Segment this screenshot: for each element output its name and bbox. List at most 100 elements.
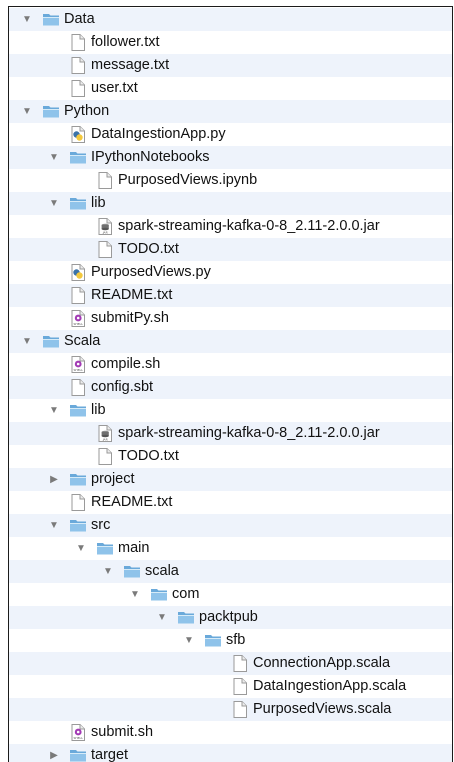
- item-name: lib: [91, 195, 106, 211]
- folder-row[interactable]: ▼ lib: [9, 192, 452, 215]
- item-name: PurposedViews.ipynb: [118, 172, 258, 188]
- folder-icon: [42, 103, 60, 120]
- jar-icon-label: JAR: [102, 230, 108, 234]
- document-icon: [69, 80, 87, 97]
- folder-row[interactable]: ▼ scala: [9, 560, 452, 583]
- disclosure-triangle-expanded-icon[interactable]: ▼: [47, 146, 61, 169]
- item-name: submit.sh: [91, 724, 154, 740]
- folder-icon: [150, 586, 168, 603]
- folder-row[interactable]: ▶ project: [9, 468, 452, 491]
- folder-icon: [69, 402, 87, 419]
- disclosure-triangle-expanded-icon[interactable]: ▼: [20, 8, 34, 31]
- file-row[interactable]: PurposedViews.ipynb: [9, 169, 452, 192]
- folder-row[interactable]: ▼ com: [9, 583, 452, 606]
- jar-file-icon: JAR: [96, 425, 114, 442]
- python-file-icon: [69, 264, 87, 281]
- folder-icon: [96, 540, 114, 557]
- item-name: follower.txt: [91, 34, 160, 50]
- document-icon: [96, 172, 114, 189]
- folder-icon: [177, 609, 195, 626]
- document-icon: [69, 287, 87, 304]
- disclosure-triangle-expanded-icon[interactable]: ▼: [20, 100, 34, 123]
- file-row[interactable]: follower.txt: [9, 31, 452, 54]
- file-row[interactable]: SHELL submit.sh: [9, 721, 452, 744]
- file-tree: ▼ Data follower.txt message.txt user.txt ▼ Pyt…: [9, 8, 452, 762]
- item-name: TODO.txt: [118, 241, 179, 257]
- disclosure-triangle-expanded-icon[interactable]: ▼: [47, 514, 61, 537]
- disclosure-triangle-collapsed-icon[interactable]: ▶: [47, 468, 61, 491]
- file-row[interactable]: TODO.txt: [9, 445, 452, 468]
- folder-icon: [69, 195, 87, 212]
- item-name: user.txt: [91, 80, 138, 96]
- disclosure-triangle-expanded-icon[interactable]: ▼: [20, 330, 34, 353]
- folder-row[interactable]: ▼ Python: [9, 100, 452, 123]
- item-name: ConnectionApp.scala: [253, 655, 391, 671]
- file-row[interactable]: SHELL submitPy.sh: [9, 307, 452, 330]
- item-name: Data: [64, 11, 95, 27]
- item-name: Python: [64, 103, 110, 119]
- file-row[interactable]: ConnectionApp.scala: [9, 652, 452, 675]
- document-icon: [231, 655, 249, 672]
- folder-row[interactable]: ▼ lib: [9, 399, 452, 422]
- file-row[interactable]: DataIngestionApp.scala: [9, 675, 452, 698]
- file-row[interactable]: TODO.txt: [9, 238, 452, 261]
- disclosure-triangle-expanded-icon[interactable]: ▼: [47, 192, 61, 215]
- item-name: packtpub: [199, 609, 258, 625]
- document-icon: [96, 448, 114, 465]
- disclosure-triangle-expanded-icon[interactable]: ▼: [155, 606, 169, 629]
- item-name: compile.sh: [91, 356, 161, 372]
- item-name: scala: [145, 563, 179, 579]
- jar-file-icon: JAR: [96, 218, 114, 235]
- document-icon: [231, 678, 249, 695]
- folder-row[interactable]: ▼ IPythonNotebooks: [9, 146, 452, 169]
- folder-row[interactable]: ▼ sfb: [9, 629, 452, 652]
- folder-row[interactable]: ▼ packtpub: [9, 606, 452, 629]
- item-name: spark-streaming-kafka-0-8_2.11-2.0.0.jar: [118, 425, 380, 441]
- item-name: TODO.txt: [118, 448, 179, 464]
- folder-icon: [69, 747, 87, 762]
- finder-list-view: ▼ Data follower.txt message.txt user.txt ▼ Pyt…: [8, 6, 453, 762]
- file-row[interactable]: message.txt: [9, 54, 452, 77]
- disclosure-triangle-expanded-icon[interactable]: ▼: [182, 629, 196, 652]
- file-row[interactable]: PurposedViews.scala: [9, 698, 452, 721]
- file-row[interactable]: PurposedViews.py: [9, 261, 452, 284]
- file-row[interactable]: SHELL compile.sh: [9, 353, 452, 376]
- file-row[interactable]: config.sbt: [9, 376, 452, 399]
- file-row[interactable]: README.txt: [9, 491, 452, 514]
- document-icon: [231, 701, 249, 718]
- disclosure-triangle-collapsed-icon[interactable]: ▶: [47, 744, 61, 762]
- file-row[interactable]: JAR spark-streaming-kafka-0-8_2.11-2.0.0.…: [9, 422, 452, 445]
- folder-row[interactable]: ▼ Data: [9, 8, 452, 31]
- item-name: submitPy.sh: [91, 310, 169, 326]
- file-row[interactable]: JAR spark-streaming-kafka-0-8_2.11-2.0.0.…: [9, 215, 452, 238]
- disclosure-triangle-expanded-icon[interactable]: ▼: [74, 537, 88, 560]
- shell-icon-label: SHELL: [73, 322, 83, 326]
- file-row[interactable]: DataIngestionApp.py: [9, 123, 452, 146]
- item-name: config.sbt: [91, 379, 154, 395]
- item-name: PurposedViews.scala: [253, 701, 392, 717]
- disclosure-triangle-expanded-icon[interactable]: ▼: [101, 560, 115, 583]
- shell-script-icon: SHELL: [69, 724, 87, 741]
- disclosure-triangle-expanded-icon[interactable]: ▼: [47, 399, 61, 422]
- item-name: Scala: [64, 333, 101, 349]
- file-row[interactable]: README.txt: [9, 284, 452, 307]
- item-name: src: [91, 517, 111, 533]
- item-name: README.txt: [91, 287, 173, 303]
- disclosure-triangle-expanded-icon[interactable]: ▼: [128, 583, 142, 606]
- document-icon: [69, 34, 87, 51]
- folder-icon: [123, 563, 141, 580]
- item-name: main: [118, 540, 150, 556]
- folder-row[interactable]: ▼ Scala: [9, 330, 452, 353]
- item-name: com: [172, 586, 200, 602]
- shell-script-icon: SHELL: [69, 356, 87, 373]
- folder-row[interactable]: ▼ src: [9, 514, 452, 537]
- file-row[interactable]: user.txt: [9, 77, 452, 100]
- item-name: message.txt: [91, 57, 170, 73]
- item-name: lib: [91, 402, 106, 418]
- item-name: PurposedViews.py: [91, 264, 211, 280]
- folder-row[interactable]: ▼ main: [9, 537, 452, 560]
- folder-row[interactable]: ▶ target: [9, 744, 452, 762]
- item-name: DataIngestionApp.py: [91, 126, 226, 142]
- document-icon: [96, 241, 114, 258]
- folder-icon: [69, 517, 87, 534]
